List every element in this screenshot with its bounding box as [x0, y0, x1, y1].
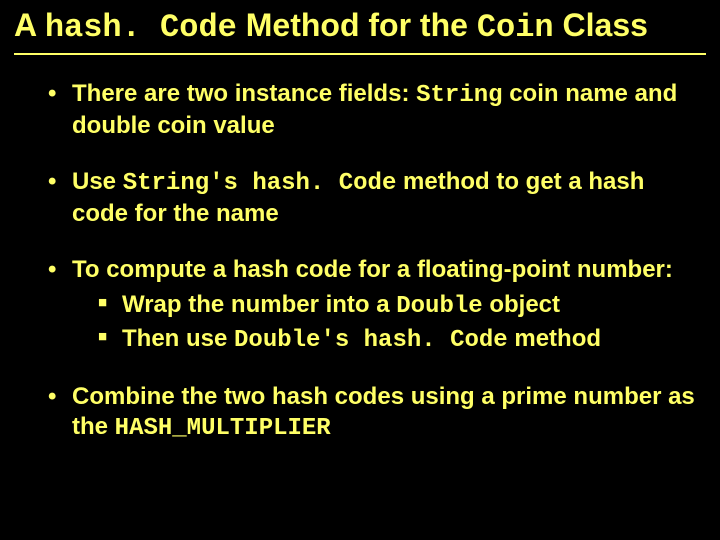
s1-post: object [483, 291, 560, 318]
title-mid: Method for the [237, 7, 477, 43]
s1-pre: Wrap the number into a [122, 291, 396, 318]
bullet-4: Combine the two hash codes using a prime… [48, 382, 706, 444]
bullet-3: To compute a hash code for a floating-po… [48, 255, 706, 355]
s2-post: method [508, 325, 601, 352]
s2-code: Double's hash. Code [234, 327, 508, 354]
b1-pre: There are two instance fields: [72, 80, 416, 107]
bullet-2: Use String's hash. Code method to get a … [48, 167, 706, 229]
title-code-1: hash. Code [45, 9, 237, 46]
sub-1: Wrap the number into a Double object [98, 289, 706, 322]
b4-code: HASH_MULTIPLIER [115, 415, 331, 442]
sub-list: Wrap the number into a Double object The… [72, 289, 706, 355]
slide-title: A hash. Code Method for the Coin Class [14, 6, 706, 55]
b2-code: String's hash. Code [123, 170, 397, 197]
bullet-list: There are two instance fields: String co… [14, 79, 706, 443]
s1-code: Double [396, 293, 482, 320]
title-pre: A [14, 7, 45, 43]
b2-pre: Use [72, 168, 123, 195]
b3-lead: To compute a hash code for a floating-po… [72, 256, 673, 283]
bullet-1: There are two instance fields: String co… [48, 79, 706, 141]
b1-code: String [416, 82, 502, 109]
title-post: Class [554, 7, 648, 43]
s2-pre: Then use [122, 325, 234, 352]
title-code-2: Coin [477, 9, 554, 46]
sub-2: Then use Double's hash. Code method [98, 323, 706, 356]
